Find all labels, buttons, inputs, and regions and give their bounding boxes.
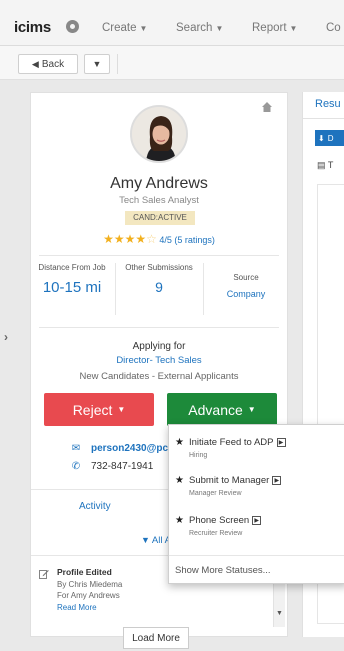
- job-link[interactable]: Director- Tech Sales: [31, 355, 287, 366]
- show-more-statuses[interactable]: Show More Statuses...: [175, 565, 271, 576]
- star-filled-icon: ★: [103, 232, 114, 246]
- divider: [169, 555, 344, 556]
- external-link-icon: ▶: [252, 515, 262, 525]
- menu-item-label: Submit to Manager ▶: [189, 475, 282, 486]
- chevron-down-icon: ▼: [247, 405, 256, 414]
- avatar: [130, 105, 188, 163]
- star-icon: ★: [175, 515, 184, 526]
- phone-number[interactable]: 732-847-1941: [91, 461, 153, 472]
- back-button[interactable]: ◀ Back: [18, 54, 78, 74]
- nav-search-label: Search: [176, 22, 213, 34]
- home-icon[interactable]: [261, 101, 273, 113]
- advance-label: Advance: [188, 401, 243, 418]
- chevron-down-icon: ▼: [117, 405, 126, 414]
- star-filled-icon: ★: [135, 232, 147, 246]
- divider: [39, 255, 279, 256]
- nav-report-label: Report: [252, 22, 287, 34]
- menu-item-label-text: Initiate Feed to ADP: [189, 437, 274, 448]
- menu-item-label: Initiate Feed to ADP ▶: [189, 437, 286, 448]
- nav-more-label: Co: [326, 22, 341, 34]
- activity-for: For Amy Andrews: [57, 591, 120, 600]
- document-row[interactable]: ▤ T: [317, 160, 333, 171]
- toolbar: ◀ Back ▼: [0, 46, 344, 80]
- document-label: T: [327, 160, 334, 170]
- divider: [303, 118, 344, 119]
- divider: [39, 327, 279, 328]
- gear-icon[interactable]: [66, 20, 79, 33]
- nav-search[interactable]: Search ▼: [176, 22, 223, 34]
- star-icon: ★: [175, 437, 184, 448]
- edit-icon: [39, 570, 49, 579]
- divider: [203, 263, 204, 315]
- stat-label: Distance From Job: [38, 263, 106, 272]
- read-more-link[interactable]: Read More: [57, 603, 97, 612]
- scroll-down-icon[interactable]: ▼: [276, 610, 283, 617]
- nav-more[interactable]: Co: [326, 22, 341, 34]
- advance-menu: ★ Initiate Feed to ADP ▶ Hiring ★ Submit …: [168, 424, 344, 584]
- email-row: ✉ person2430@pc: [71, 443, 168, 454]
- external-link-icon: ▶: [272, 475, 282, 485]
- nav-create-label: Create: [102, 22, 137, 34]
- reject-label: Reject: [72, 401, 113, 418]
- download-label: D: [327, 133, 334, 143]
- stat-value[interactable]: Company: [209, 289, 283, 299]
- avatar-photo: [132, 107, 186, 161]
- activity-title: Profile Edited: [57, 567, 112, 577]
- chevron-down-icon: ▼: [92, 59, 102, 69]
- star-empty-icon: ☆: [146, 232, 157, 246]
- history-dropdown-button[interactable]: ▼: [84, 54, 110, 74]
- stat-value[interactable]: 10-15 mi: [37, 279, 107, 296]
- external-link-icon: ▶: [276, 437, 286, 447]
- envelope-icon: ✉: [71, 443, 81, 454]
- candidate-title: Tech Sales Analyst: [119, 195, 199, 206]
- nav-create[interactable]: Create ▼: [102, 22, 147, 34]
- stat-value[interactable]: 9: [121, 279, 197, 295]
- activity-by: By Chris Miedema: [57, 580, 123, 589]
- expand-panel-icon[interactable]: ›: [4, 330, 8, 344]
- chevron-down-icon: ▼: [215, 24, 224, 33]
- stat-source: Source Company: [209, 263, 283, 299]
- menu-item-label-text: Submit to Manager: [189, 475, 270, 486]
- toolbar-divider: [117, 54, 118, 74]
- download-icon: ⬇: [318, 133, 325, 143]
- applying-for-label: Applying for: [132, 341, 186, 352]
- menu-item-label-text: Phone Screen: [189, 515, 250, 526]
- download-button[interactable]: ⬇ D: [315, 130, 344, 146]
- top-nav: icims Create ▼ Search ▼ Report ▼ Co: [0, 0, 344, 46]
- star-filled-icon: ★: [113, 232, 125, 246]
- tab-resume[interactable]: Resu: [315, 98, 341, 110]
- menu-item-sub: Recruiter Review: [189, 530, 243, 537]
- rating[interactable]: ★★★★☆ 4/5 (5 ratings): [31, 232, 287, 246]
- load-more-button[interactable]: Load More: [123, 627, 189, 649]
- workflow-label: New Candidates - External Applicants: [79, 371, 239, 382]
- filter-icon: ▼: [141, 535, 150, 545]
- arrow-left-icon: ◀: [31, 58, 39, 69]
- menu-item-sub: Hiring: [189, 452, 208, 459]
- menu-item-sub: Manager Review: [189, 490, 242, 497]
- back-label: Back: [41, 58, 65, 70]
- stat-label: Other Submissions: [125, 263, 193, 272]
- nav-report[interactable]: Report ▼: [252, 22, 297, 34]
- divider: [115, 263, 116, 315]
- star-filled-icon: ★: [124, 232, 136, 246]
- chevron-down-icon: ▼: [139, 24, 148, 33]
- phone-icon: ✆: [71, 461, 81, 472]
- chevron-down-icon: ▼: [289, 24, 298, 33]
- rating-text: 4/5 (5 ratings): [159, 235, 215, 245]
- email-link[interactable]: person2430@pc: [91, 443, 168, 454]
- phone-row: ✆ 732-847-1941: [71, 461, 153, 472]
- menu-item-label: Phone Screen ▶: [189, 515, 262, 526]
- reject-button[interactable]: Reject ▼: [44, 393, 154, 426]
- tab-activity[interactable]: Activity: [79, 501, 111, 512]
- status-badge: CAND:ACTIVE: [125, 211, 195, 225]
- stat-submissions: Other Submissions 9: [121, 263, 197, 295]
- advance-button[interactable]: Advance ▼: [167, 393, 277, 426]
- app-logo[interactable]: icims: [14, 19, 51, 36]
- stat-distance: Distance From Job 10-15 mi: [37, 263, 107, 296]
- candidate-name: Amy Andrews: [110, 175, 208, 192]
- stat-label: Source: [233, 273, 259, 282]
- star-icon: ★: [175, 475, 184, 486]
- document-icon: ▤: [317, 160, 326, 170]
